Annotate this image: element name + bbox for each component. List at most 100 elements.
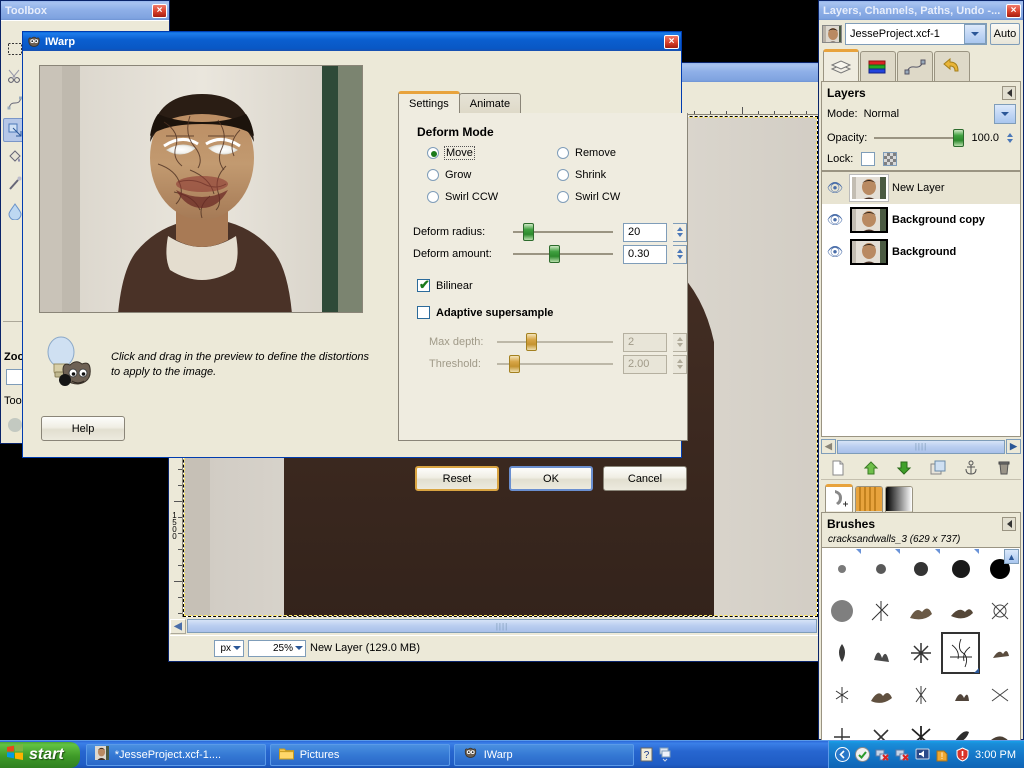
list-item[interactable] xyxy=(980,674,1020,716)
layer-opacity-slider[interactable] xyxy=(874,128,964,147)
zoom-selector[interactable]: 25% xyxy=(248,639,306,657)
radio-grow[interactable]: Grow xyxy=(427,169,557,181)
eye-icon[interactable]: 👁 xyxy=(824,180,846,196)
help-button[interactable]: Help xyxy=(41,416,125,441)
taskbar-item-pictures[interactable]: Pictures xyxy=(269,743,450,766)
deform-amount-slider[interactable] xyxy=(513,245,613,263)
layer-list[interactable]: 👁 New Layer 👁 Background copy 👁 Backgrou… xyxy=(821,171,1021,437)
scroll-thumb[interactable]: |||| xyxy=(837,439,1005,454)
bilinear-checkbox[interactable]: Bilinear xyxy=(417,277,687,293)
cascade-icon[interactable] xyxy=(658,747,673,762)
list-item[interactable] xyxy=(941,590,981,632)
cancel-button[interactable]: Cancel xyxy=(603,466,687,491)
table-row[interactable]: 👁 Background copy xyxy=(822,204,1020,236)
updates-icon[interactable] xyxy=(855,747,871,762)
start-button[interactable]: start xyxy=(0,741,80,768)
anchor-layer-icon[interactable] xyxy=(960,458,982,478)
deform-radius-stepper[interactable] xyxy=(673,222,687,242)
taskbar-clock[interactable]: 3:00 PM xyxy=(975,749,1016,761)
radio-move[interactable]: Move xyxy=(427,146,557,160)
iwarp-titlebar[interactable]: IWarp × xyxy=(23,32,681,51)
unit-selector[interactable]: px xyxy=(214,639,244,657)
lower-layer-icon[interactable] xyxy=(893,458,915,478)
list-item[interactable] xyxy=(941,674,981,716)
scroll-left-arrow-icon[interactable]: ◀ xyxy=(821,439,836,454)
new-layer-icon[interactable] xyxy=(827,458,849,478)
brush-grid[interactable]: ▲ xyxy=(821,547,1021,759)
list-item[interactable] xyxy=(822,632,862,674)
reset-button[interactable]: Reset xyxy=(415,466,499,491)
network-disconnected-2-icon[interactable] xyxy=(895,747,910,762)
table-row[interactable]: 👁 New Layer xyxy=(822,172,1020,204)
taskbar-item-jesseproject[interactable]: *JesseProject.xcf-1.... xyxy=(85,743,266,766)
list-item[interactable] xyxy=(901,548,941,590)
tab-layers[interactable] xyxy=(823,49,859,81)
layer-list-scrollbar[interactable]: ◀ |||| ▶ xyxy=(821,439,1021,454)
deform-radius-slider[interactable] xyxy=(513,223,613,241)
list-item[interactable] xyxy=(822,590,862,632)
list-item[interactable] xyxy=(822,674,862,716)
brush-scroll-up-arrow-icon[interactable]: ▲ xyxy=(1004,549,1019,564)
table-row[interactable]: 👁 Background xyxy=(822,236,1020,268)
deform-amount-input[interactable]: 0.30 xyxy=(623,244,667,264)
collapse-brushes-button[interactable] xyxy=(1002,517,1016,531)
dock-titlebar[interactable]: Layers, Channels, Paths, Undo -... × xyxy=(819,1,1023,20)
scroll-left-arrow-icon[interactable]: ◀ xyxy=(170,618,186,634)
eye-icon[interactable]: 👁 xyxy=(824,244,846,260)
delete-layer-icon[interactable] xyxy=(993,458,1015,478)
deform-amount-knob[interactable] xyxy=(549,245,560,263)
stepper-down-icon[interactable] xyxy=(676,255,683,259)
list-item[interactable] xyxy=(862,548,902,590)
stepper-down-icon[interactable] xyxy=(676,233,683,237)
deform-radius-knob[interactable] xyxy=(523,223,534,241)
tab-undo[interactable] xyxy=(934,51,970,81)
raise-layer-icon[interactable] xyxy=(860,458,882,478)
radio-remove[interactable]: Remove xyxy=(557,147,687,159)
tab-brushes[interactable] xyxy=(825,484,853,512)
list-item[interactable] xyxy=(901,590,941,632)
radio-swirl-cw[interactable]: Swirl CW xyxy=(557,191,687,203)
list-item[interactable] xyxy=(822,548,862,590)
tab-settings[interactable]: Settings xyxy=(398,91,460,113)
lock-alpha-checkbox[interactable] xyxy=(883,152,898,166)
list-item[interactable] xyxy=(901,632,941,674)
list-item[interactable] xyxy=(980,590,1020,632)
warning-icon[interactable]: ! xyxy=(935,747,950,762)
show-desktop-icon[interactable] xyxy=(835,747,851,762)
canvas-horizontal-scrollbar[interactable]: ◀ |||| xyxy=(170,618,818,634)
tab-animate[interactable]: Animate xyxy=(458,93,522,113)
lock-pixels-checkbox[interactable] xyxy=(861,152,876,166)
tab-patterns[interactable] xyxy=(855,486,883,512)
layer-opacity-stepper[interactable] xyxy=(1004,128,1016,147)
ok-button[interactable]: OK xyxy=(509,466,593,491)
security-icon[interactable] xyxy=(955,747,970,762)
scroll-thumb[interactable]: |||| xyxy=(187,619,817,633)
iwarp-close-button[interactable]: × xyxy=(664,34,679,49)
iwarp-preview[interactable] xyxy=(39,65,363,313)
stepper-up-icon[interactable] xyxy=(1007,132,1013,137)
tab-channels[interactable] xyxy=(860,51,896,81)
image-name-box[interactable]: JesseProject.xcf-1 xyxy=(845,23,987,45)
volume-icon[interactable] xyxy=(915,747,930,762)
list-item[interactable] xyxy=(901,674,941,716)
chevron-down-icon[interactable] xyxy=(994,104,1016,124)
taskbar-item-iwarp[interactable]: IWarp xyxy=(453,743,634,766)
list-item[interactable] xyxy=(980,632,1020,674)
duplicate-layer-icon[interactable] xyxy=(927,458,949,478)
deform-radius-input[interactable]: 20 xyxy=(623,222,667,242)
stepper-up-icon[interactable] xyxy=(676,249,683,253)
tab-paths[interactable] xyxy=(897,51,933,81)
auto-button[interactable]: Auto xyxy=(990,23,1020,45)
list-item[interactable] xyxy=(862,632,902,674)
help-icon[interactable]: ? xyxy=(640,747,655,762)
toolbox-titlebar[interactable]: Toolbox × xyxy=(1,1,169,20)
list-item[interactable] xyxy=(940,632,981,674)
deform-amount-stepper[interactable] xyxy=(673,244,687,264)
list-item[interactable] xyxy=(941,548,981,590)
network-disconnected-icon[interactable] xyxy=(875,747,890,762)
list-item[interactable] xyxy=(862,590,902,632)
layer-mode-value[interactable]: Normal xyxy=(863,104,988,124)
toolbox-close-button[interactable]: × xyxy=(152,3,167,18)
chevron-down-icon[interactable] xyxy=(964,24,986,44)
layer-opacity-knob[interactable] xyxy=(952,128,964,147)
